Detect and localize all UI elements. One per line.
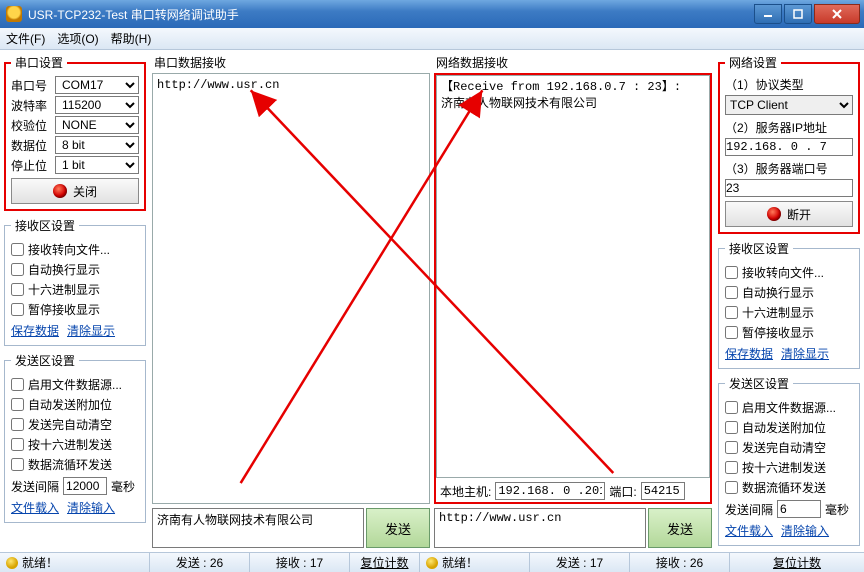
server-port-label: （3）服务器端口号 [725, 160, 853, 177]
parity-label: 校验位 [11, 117, 51, 134]
proto-select[interactable]: TCP Client [725, 95, 853, 115]
auto-clear-right[interactable] [725, 441, 738, 454]
loop-send-left[interactable] [11, 458, 24, 471]
interval-left-input[interactable] [63, 477, 107, 495]
hex-display-right[interactable] [725, 306, 738, 319]
net-recv-count: 接收 : 26 [630, 553, 730, 572]
record-icon [53, 184, 67, 198]
close-button[interactable] [814, 4, 860, 24]
clear-display-right[interactable]: 清除显示 [781, 345, 829, 362]
clear-input-right[interactable]: 清除输入 [781, 522, 829, 539]
network-settings-group: 网络设置 （1）协议类型 TCP Client （2）服务器IP地址 （3）服务… [718, 54, 860, 234]
status-ready-right: 就绪！ [442, 554, 478, 571]
pause-recv-left[interactable] [11, 303, 24, 316]
bulb-icon [6, 557, 18, 569]
net-recv-title: 网络数据接收 [434, 54, 712, 71]
hex-display-left[interactable] [11, 283, 24, 296]
load-file-right[interactable]: 文件载入 [725, 522, 773, 539]
save-data-right[interactable]: 保存数据 [725, 345, 773, 362]
port-label: 串口号 [11, 77, 51, 94]
menubar: 文件(F) 选项(O) 帮助(H) [0, 28, 864, 50]
status-ready-left: 就绪！ [22, 554, 58, 571]
menu-help[interactable]: 帮助(H) [111, 30, 152, 47]
recv-options-left-group: 接收区设置 接收转向文件... 自动换行显示 十六进制显示 暂停接收显示 保存数… [4, 217, 146, 346]
port-select[interactable]: COM17 [55, 76, 139, 94]
send-options-left-group: 发送区设置 启用文件数据源... 自动发送附加位 发送完自动清空 按十六进制发送… [4, 352, 146, 523]
pause-recv-right[interactable] [725, 326, 738, 339]
server-port-input[interactable] [725, 179, 853, 197]
stopbits-label: 停止位 [11, 157, 51, 174]
localhost-port-input[interactable] [641, 482, 685, 500]
serial-reset-count[interactable]: 复位计数 [360, 554, 408, 571]
server-ip-label: （2）服务器IP地址 [725, 119, 853, 136]
net-recv-outline: 【Receive from 192.168.0.7 : 23】:济南有人物联网技… [434, 73, 712, 504]
clear-display-left[interactable]: 清除显示 [67, 322, 115, 339]
serial-send-count: 发送 : 26 [150, 553, 250, 572]
serial-recv-title: 串口数据接收 [152, 54, 430, 71]
save-data-left[interactable]: 保存数据 [11, 322, 59, 339]
localhost-bar: 本地主机: 端口: [436, 480, 710, 502]
net-send-count: 发送 : 17 [530, 553, 630, 572]
recv-options-right-group: 接收区设置 接收转向文件... 自动换行显示 十六进制显示 暂停接收显示 保存数… [718, 240, 860, 369]
baud-label: 波特率 [11, 97, 51, 114]
statusbar: 就绪！ 发送 : 26 接收 : 17 复位计数 就绪！ 发送 : 17 接收 … [0, 552, 864, 572]
auto-clear-left[interactable] [11, 418, 24, 431]
net-send-input[interactable]: http://www.usr.cn [434, 508, 646, 548]
proto-label: （1）协议类型 [725, 76, 853, 93]
localhost-ip-input[interactable] [495, 482, 605, 500]
clear-input-left[interactable]: 清除输入 [67, 499, 115, 516]
titlebar: USR-TCP232-Test 串口转网络调试助手 [0, 0, 864, 28]
auto-wrap-left[interactable] [11, 263, 24, 276]
app-icon [6, 6, 22, 22]
record-icon [767, 207, 781, 221]
auto-append-right[interactable] [725, 421, 738, 434]
serial-settings-legend: 串口设置 [11, 54, 67, 71]
hex-send-right[interactable] [725, 461, 738, 474]
bulb-icon [426, 557, 438, 569]
baud-select[interactable]: 115200 [55, 96, 139, 114]
serial-close-button[interactable]: 关闭 [11, 178, 139, 204]
serial-recv-count: 接收 : 17 [250, 553, 350, 572]
databits-select[interactable]: 8 bit [55, 136, 139, 154]
auto-wrap-right[interactable] [725, 286, 738, 299]
load-file-left[interactable]: 文件载入 [11, 499, 59, 516]
net-recv-box[interactable]: 【Receive from 192.168.0.7 : 23】:济南有人物联网技… [436, 75, 710, 478]
maximize-button[interactable] [784, 4, 812, 24]
minimize-button[interactable] [754, 4, 782, 24]
file-source-left[interactable] [11, 378, 24, 391]
net-reset-count[interactable]: 复位计数 [773, 554, 821, 571]
loop-send-right[interactable] [725, 481, 738, 494]
menu-file[interactable]: 文件(F) [6, 30, 45, 47]
file-source-right[interactable] [725, 401, 738, 414]
hex-send-left[interactable] [11, 438, 24, 451]
net-send-button[interactable]: 发送 [648, 508, 712, 548]
serial-settings-group: 串口设置 串口号COM17 波特率115200 校验位NONE 数据位8 bit… [4, 54, 146, 211]
stopbits-select[interactable]: 1 bit [55, 156, 139, 174]
disconnect-button[interactable]: 断开 [725, 201, 853, 227]
recv-to-file-left[interactable] [11, 243, 24, 256]
parity-select[interactable]: NONE [55, 116, 139, 134]
menu-options[interactable]: 选项(O) [57, 30, 98, 47]
window-title: USR-TCP232-Test 串口转网络调试助手 [28, 6, 752, 23]
recv-to-file-right[interactable] [725, 266, 738, 279]
send-options-right-group: 发送区设置 启用文件数据源... 自动发送附加位 发送完自动清空 按十六进制发送… [718, 375, 860, 546]
databits-label: 数据位 [11, 137, 51, 154]
serial-send-input[interactable]: 济南有人物联网技术有限公司 [152, 508, 364, 548]
serial-send-button[interactable]: 发送 [366, 508, 430, 548]
server-ip-input[interactable] [725, 138, 853, 156]
network-settings-legend: 网络设置 [725, 54, 781, 71]
auto-append-left[interactable] [11, 398, 24, 411]
interval-right-input[interactable] [777, 500, 821, 518]
serial-recv-box[interactable]: http://www.usr.cn [152, 73, 430, 504]
